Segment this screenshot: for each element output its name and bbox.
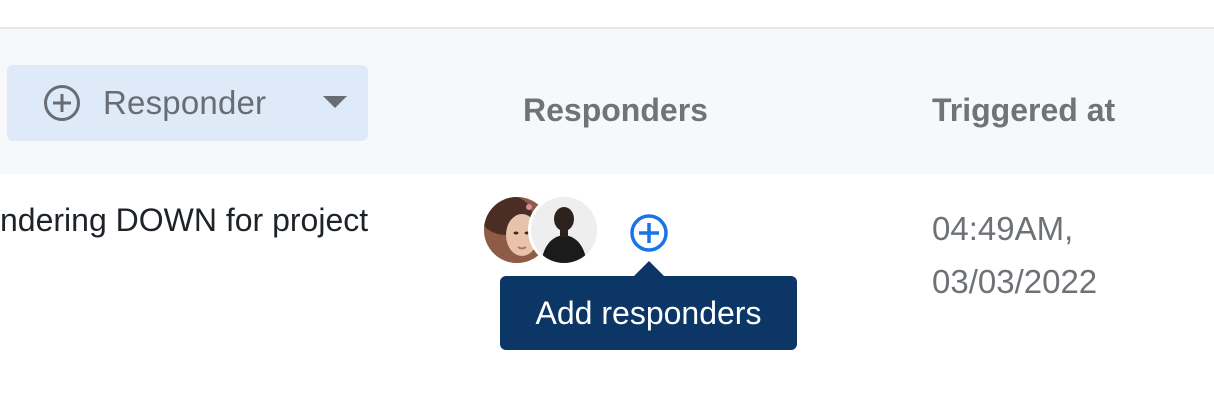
triggered-date: 03/03/2022 xyxy=(932,263,1098,300)
add-responders-tooltip: Add responders xyxy=(500,276,797,350)
responder-filter-label: Responder xyxy=(103,84,267,121)
responder-avatar-2-image xyxy=(531,197,597,263)
avatar[interactable] xyxy=(528,194,600,266)
tooltip-arrow xyxy=(634,261,664,276)
triggered-at-value: 04:49AM, 03/03/2022 xyxy=(932,202,1097,308)
column-header-responders[interactable]: Responders xyxy=(523,92,708,129)
triggered-time: 04:49AM, xyxy=(932,210,1074,247)
responder-filter-button[interactable]: Responder xyxy=(7,65,368,141)
plus-circle-icon xyxy=(44,85,80,121)
chevron-down-icon[interactable] xyxy=(323,96,347,108)
add-responder-button[interactable] xyxy=(629,213,669,253)
column-header-triggered-at[interactable]: Triggered at xyxy=(932,92,1115,129)
tooltip-text: Add responders xyxy=(535,294,762,331)
incident-title[interactable]: ndering DOWN for project xyxy=(0,202,368,239)
